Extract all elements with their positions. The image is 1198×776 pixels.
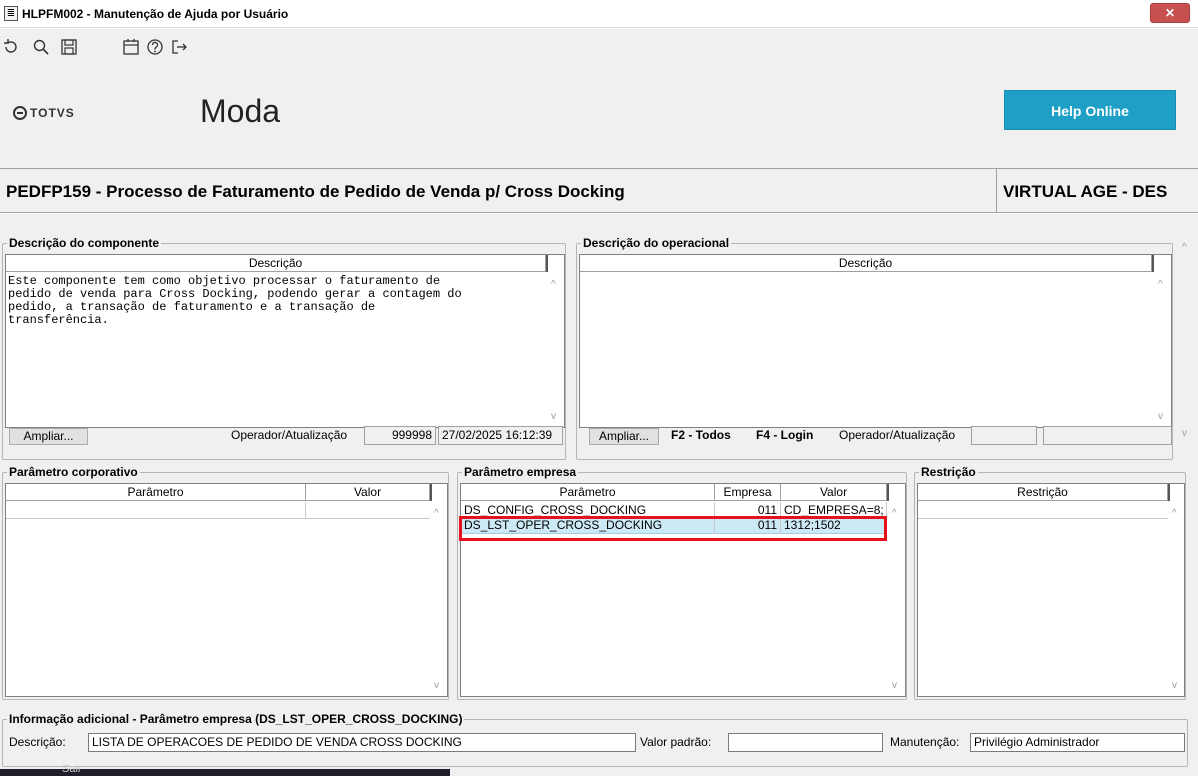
component-description-grid[interactable]: Descrição Este componente tem como objet… (5, 254, 565, 428)
operational-description-column[interactable]: Descrição (580, 255, 1152, 272)
app-icon: ≣ (4, 6, 18, 21)
operational-description-grid[interactable]: Descrição ^ v (579, 254, 1172, 428)
component-description-column[interactable]: Descrição (6, 255, 546, 272)
component-description-group: Descrição do componente Descrição Este c… (2, 236, 566, 460)
table-row[interactable]: DS_CONFIG_CROSS_DOCKING 011 CD_EMPRESA=8… (461, 502, 887, 516)
table-row[interactable] (918, 502, 1168, 519)
description-field[interactable]: LISTA DE OPERACOES DE PEDIDO DE VENDA CR… (88, 733, 636, 752)
exit-label[interactable]: Sair (62, 763, 82, 775)
corporate-param-column[interactable]: Parâmetro (6, 484, 306, 501)
company-params-label: Parâmetro empresa (462, 465, 579, 479)
operational-expand-button[interactable]: Ampliar... (589, 428, 659, 445)
calendar-icon[interactable] (122, 38, 140, 56)
corporate-value-column[interactable]: Valor (306, 484, 430, 501)
refresh-icon[interactable] (2, 38, 20, 56)
component-description-label: Descrição do componente (7, 236, 162, 250)
maintenance-field[interactable]: Privilégio Administrador (970, 733, 1185, 752)
corporate-params-grid[interactable]: Parâmetro Valor ^ v (5, 483, 448, 697)
operational-updated-field (1043, 426, 1172, 445)
table-row[interactable] (6, 502, 430, 519)
module-name: Moda (200, 93, 281, 129)
program-title: PEDFP159 - Processo de Faturamento de Pe… (6, 182, 625, 201)
additional-info-label: Informação adicional - Parâmetro empresa… (7, 712, 465, 726)
company-cell: 011 (715, 502, 781, 516)
help-icon[interactable] (146, 38, 164, 56)
scroll-up-icon[interactable]: ^ (1172, 509, 1182, 519)
restriction-column[interactable]: Restrição (918, 484, 1168, 501)
save-icon[interactable] (60, 38, 78, 56)
taskbar: Sair (0, 763, 450, 776)
f2-all-shortcut[interactable]: F2 - Todos (671, 428, 731, 442)
param-cell: DS_CONFIG_CROSS_DOCKING (461, 502, 715, 516)
component-operator-label: Operador/Atualização (231, 428, 348, 442)
operational-description-scrollbar[interactable]: ^ v (1155, 273, 1171, 427)
title-bar: ≣ HLPFM002 - Manutenção de Ajuda por Usu… (0, 0, 1198, 28)
program-bar: PEDFP159 - Processo de Faturamento de Pe… (0, 168, 1198, 213)
column-end-marker (1152, 255, 1154, 272)
company-empresa-column[interactable]: Empresa (715, 484, 781, 501)
scroll-up-icon[interactable]: ^ (1182, 242, 1187, 253)
company-param-column[interactable]: Parâmetro (461, 484, 715, 501)
corporate-params-scrollbar[interactable]: ^ v (431, 502, 447, 696)
scroll-up-icon[interactable]: ^ (892, 509, 902, 519)
help-online-button[interactable]: Help Online (1004, 90, 1176, 130)
header: TOTVS Moda Help Online (0, 65, 1198, 168)
operational-operator-field (971, 426, 1037, 445)
restriction-group: Restrição Restrição ^ v (914, 465, 1186, 700)
component-updated-field: 27/02/2025 16:12:39 (438, 426, 563, 445)
scroll-down-icon[interactable]: v (551, 412, 561, 422)
totvs-logo-icon (13, 106, 27, 120)
corporate-params-label: Parâmetro corporativo (7, 465, 140, 479)
highlight-annotation (459, 516, 887, 541)
logo-text: TOTVS (30, 106, 75, 120)
scroll-down-icon[interactable]: v (1182, 428, 1187, 439)
component-expand-button[interactable]: Ampliar... (9, 428, 88, 445)
component-operator-field: 999998 (364, 426, 436, 445)
toolbar (0, 29, 1198, 65)
content-area: Descrição do componente Descrição Este c… (0, 214, 1198, 776)
scroll-down-icon[interactable]: v (434, 681, 444, 691)
scroll-down-icon[interactable]: v (892, 681, 902, 691)
component-description-text[interactable]: Este componente tem como objetivo proces… (8, 275, 462, 327)
value-cell: CD_EMPRESA=8; (781, 502, 887, 516)
component-description-scrollbar[interactable]: ^ v (548, 273, 564, 427)
scroll-down-icon[interactable]: v (1172, 681, 1182, 691)
operational-description-label: Descrição do operacional (581, 236, 732, 250)
window-title: HLPFM002 - Manutenção de Ajuda por Usuár… (22, 7, 289, 21)
program-separator (996, 169, 997, 212)
scroll-up-icon[interactable]: ^ (1158, 280, 1168, 290)
close-button[interactable]: ✕ (1150, 3, 1190, 23)
operational-operator-label: Operador/Atualização (839, 428, 956, 442)
description-label: Descrição: (9, 735, 66, 749)
table-cell (6, 502, 306, 519)
totvs-logo: TOTVS (13, 106, 75, 120)
f4-login-shortcut[interactable]: F4 - Login (756, 428, 813, 442)
restriction-grid[interactable]: Restrição ^ v (917, 483, 1185, 697)
operational-description-group: Descrição do operacional Descrição ^ v A… (576, 236, 1173, 460)
environment-label: VIRTUAL AGE - DES (1003, 182, 1168, 201)
maintenance-label: Manutenção: (890, 735, 960, 749)
exit-icon[interactable] (170, 38, 188, 56)
scroll-up-icon[interactable]: ^ (434, 509, 444, 519)
page-scrollbar[interactable]: ^ v (1178, 238, 1196, 448)
corporate-params-group: Parâmetro corporativo Parâmetro Valor ^ … (2, 465, 449, 700)
default-value-label: Valor padrão: (640, 735, 712, 749)
column-end-marker (546, 255, 548, 272)
default-value-field[interactable] (728, 733, 883, 752)
additional-info-group: Informação adicional - Parâmetro empresa… (2, 712, 1188, 767)
scroll-down-icon[interactable]: v (1158, 412, 1168, 422)
scroll-up-icon[interactable]: ^ (551, 280, 561, 290)
search-icon[interactable] (32, 38, 50, 56)
column-end-marker (1168, 484, 1170, 501)
column-end-marker (430, 484, 432, 501)
restriction-scrollbar[interactable]: ^ v (1169, 502, 1185, 696)
restriction-label: Restrição (919, 465, 978, 479)
company-value-column[interactable]: Valor (781, 484, 887, 501)
column-end-marker (887, 484, 889, 501)
company-params-scrollbar[interactable]: ^ v (889, 502, 905, 696)
company-params-group: Parâmetro empresa Parâmetro Empresa Valo… (457, 465, 907, 700)
